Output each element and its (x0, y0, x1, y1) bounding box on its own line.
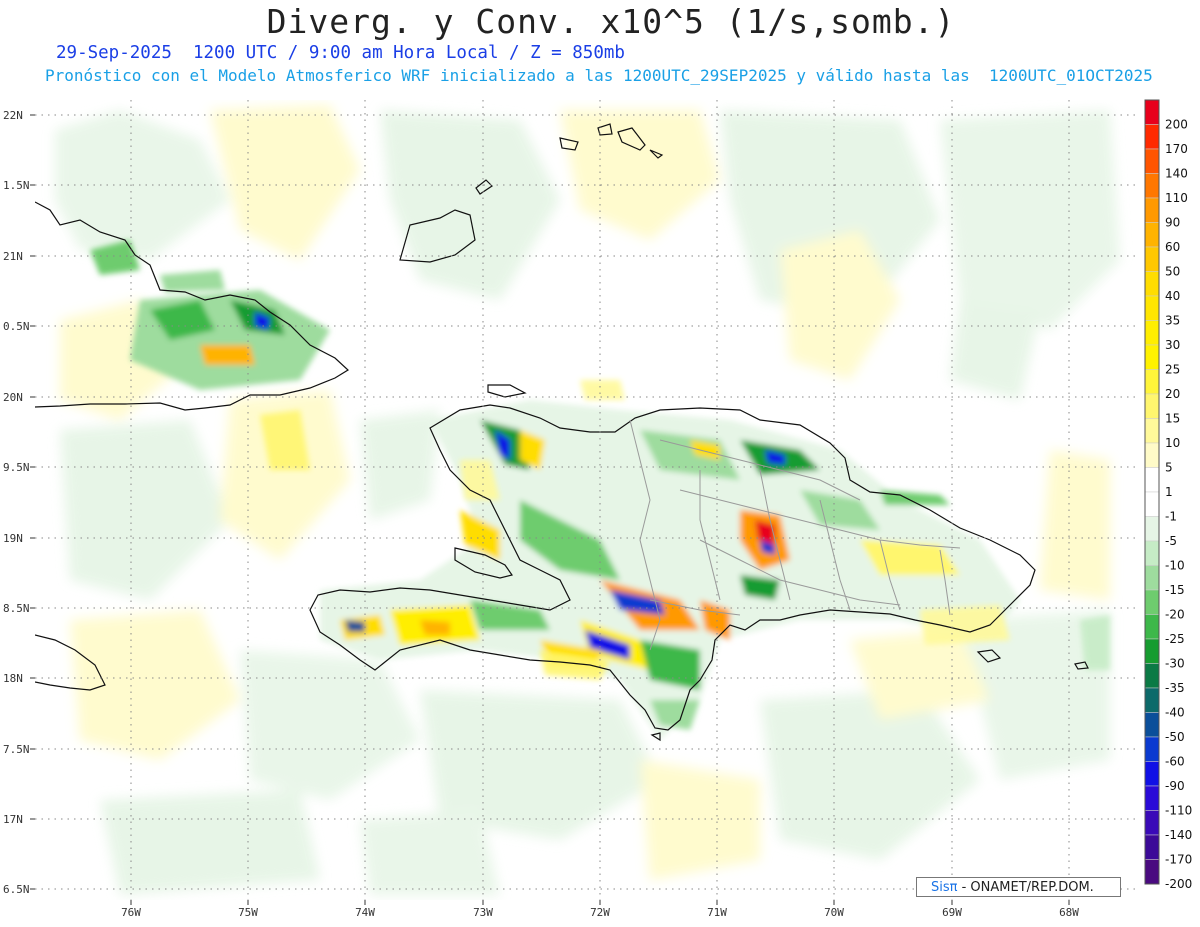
lat-label: 21N (3, 250, 23, 263)
colorbar-label: 25 (1165, 363, 1180, 377)
lat-label: 1.5N (3, 179, 30, 192)
colorbar-label: -15 (1165, 583, 1185, 597)
colorbar-swatch (1144, 442, 1160, 468)
lon-label: 75W (238, 906, 258, 919)
colorbar-label: 60 (1165, 240, 1180, 254)
colorbar-swatch (1144, 687, 1160, 713)
colorbar-swatch (1144, 761, 1160, 787)
lat-label: 6.5N (3, 883, 30, 896)
colorbar-swatch (1144, 148, 1160, 174)
colorbar-label: -140 (1165, 828, 1192, 842)
colorbar-label: -35 (1165, 681, 1185, 695)
colorbar-swatch (1144, 393, 1160, 419)
longitude-labels: 76W 75W 74W 73W 72W 71W 70W 69W 68W (121, 906, 1079, 919)
colorbar-swatch (1144, 197, 1160, 223)
colorbar-swatch (1144, 785, 1160, 811)
colorbar-label: -170 (1165, 853, 1192, 867)
colorbar-swatch (1144, 516, 1160, 542)
colorbar-label: -10 (1165, 559, 1185, 573)
colorbar-label: 15 (1165, 412, 1180, 426)
colorbar-label: 50 (1165, 265, 1180, 279)
colorbar-label: 90 (1165, 216, 1180, 230)
lon-label: 74W (355, 906, 375, 919)
credit-org: - ONAMET/REP.DOM. (957, 880, 1094, 895)
colorbar-swatch (1144, 295, 1160, 321)
colorbar-label: -1 (1165, 510, 1177, 524)
lat-label: 7.5N (3, 743, 30, 756)
colorbar-label: -60 (1165, 755, 1185, 769)
colorbar-label: 30 (1165, 338, 1180, 352)
colorbar-label: -90 (1165, 779, 1185, 793)
colorbar-swatch (1144, 589, 1160, 615)
forecast-map: 22N 1.5N 21N 0.5N 20N 9.5N 19N 8.5N 18N … (3, 99, 1192, 919)
colorbar-swatch (1144, 540, 1160, 566)
colorbar-swatch (1144, 810, 1160, 836)
colorbar-swatch (1144, 320, 1160, 346)
credit-box: Sisπ - ONAMET/REP.DOM. (916, 877, 1121, 897)
colorbar-swatch (1144, 712, 1160, 738)
latitude-labels: 22N 1.5N 21N 0.5N 20N 9.5N 19N 8.5N 18N … (3, 109, 30, 896)
colorbar-label: 5 (1165, 461, 1173, 475)
colorbar-swatch (1144, 369, 1160, 395)
colorbar-label: 140 (1165, 167, 1188, 181)
colorbar-label: 10 (1165, 436, 1180, 450)
colorbar-label: 110 (1165, 191, 1188, 205)
colorbar-label: -30 (1165, 657, 1185, 671)
colorbar-label: 35 (1165, 314, 1180, 328)
colorbar-swatch (1144, 467, 1160, 493)
colorbar-label: -50 (1165, 730, 1185, 744)
colorbar-swatch (1144, 344, 1160, 370)
colorbar-swatch (1144, 614, 1160, 640)
color-scale-bar: 200 170 140 110 90 60 50 40 35 30 25 20 15 10 5 1 -1 -5 -1… (1144, 99, 1192, 891)
colorbar-label: 170 (1165, 142, 1188, 156)
colorbar-swatch (1144, 565, 1160, 591)
colorbar-swatch (1144, 246, 1160, 272)
lon-label: 73W (473, 906, 493, 919)
lat-label: 9.5N (3, 461, 30, 474)
lat-label: 0.5N (3, 320, 30, 333)
colorbar-swatch (1144, 663, 1160, 689)
colorbar-swatch (1144, 859, 1160, 885)
colorbar-swatch (1144, 222, 1160, 248)
lon-label: 76W (121, 906, 141, 919)
lon-label: 69W (942, 906, 962, 919)
lon-label: 71W (707, 906, 727, 919)
lat-label: 8.5N (3, 602, 30, 615)
colorbar-label: -5 (1165, 534, 1177, 548)
colorbar-label: 20 (1165, 387, 1180, 401)
colorbar-label: -20 (1165, 608, 1185, 622)
colorbar-swatch (1144, 418, 1160, 444)
colorbar-swatch (1144, 638, 1160, 664)
lon-label: 70W (824, 906, 844, 919)
colorbar-swatch (1144, 736, 1160, 762)
lat-label: 20N (3, 391, 23, 404)
lon-label: 72W (590, 906, 610, 919)
colorbar-label: -200 (1165, 877, 1192, 891)
lat-label: 22N (3, 109, 23, 122)
colorbar-swatch (1144, 124, 1160, 150)
colorbar-swatch (1144, 99, 1160, 125)
colorbar-swatch (1144, 834, 1160, 860)
colorbar-label: -25 (1165, 632, 1185, 646)
colorbar-label: -110 (1165, 804, 1192, 818)
lon-label: 68W (1059, 906, 1079, 919)
lat-label: 17N (3, 813, 23, 826)
colorbar-swatch (1144, 271, 1160, 297)
lat-label: 19N (3, 532, 23, 545)
colorbar-label: 1 (1165, 485, 1173, 499)
colorbar-swatch (1144, 491, 1160, 517)
colorbar-label: 40 (1165, 289, 1180, 303)
lat-label: 18N (3, 672, 23, 685)
credit-brand: Sisπ (931, 880, 958, 895)
colorbar-label: -40 (1165, 706, 1185, 720)
colorbar-label: 200 (1165, 118, 1188, 132)
colorbar-swatch (1144, 173, 1160, 199)
